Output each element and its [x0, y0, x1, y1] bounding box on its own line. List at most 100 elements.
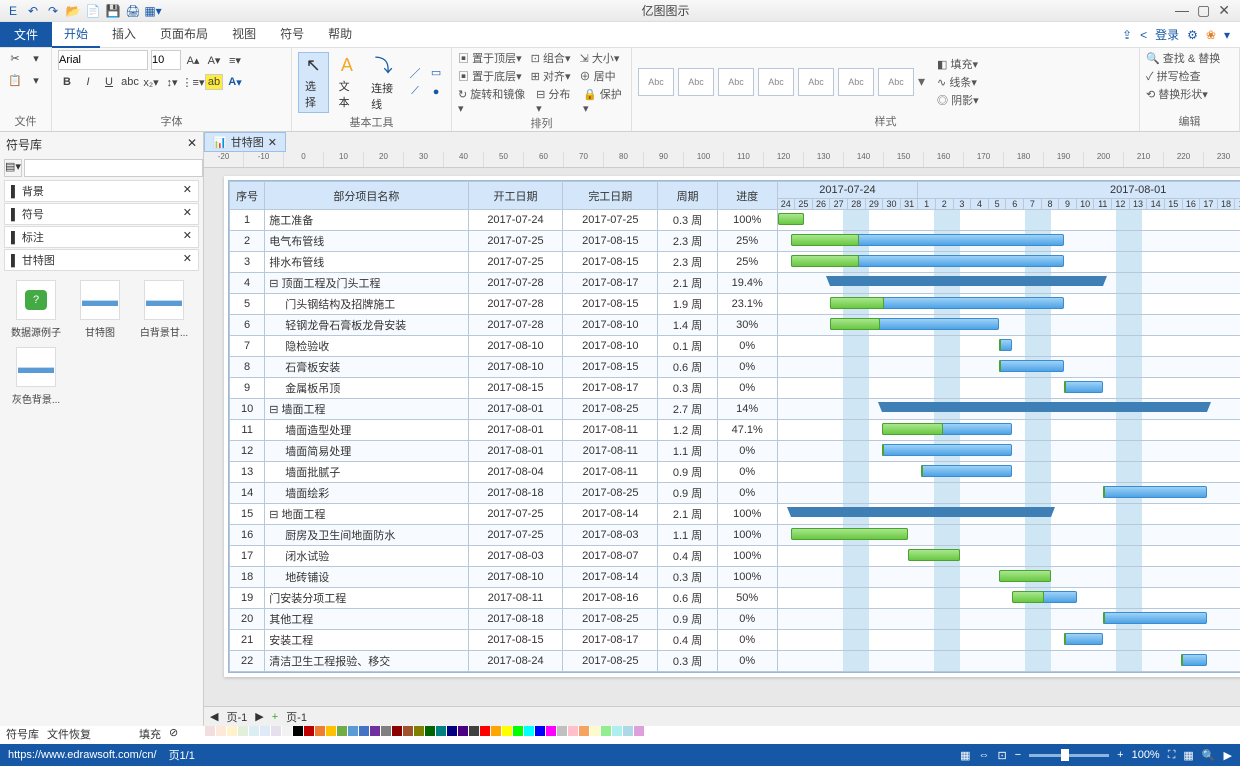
color-swatch[interactable] — [623, 726, 633, 736]
bold-icon[interactable]: B — [58, 74, 76, 90]
italic-icon[interactable]: I — [79, 74, 97, 90]
shadow-btn[interactable]: ◎ 阴影▾ — [937, 92, 979, 108]
color-swatch[interactable] — [513, 726, 523, 736]
library-thumb[interactable]: ▬▬白背景甘... — [136, 280, 192, 339]
line-icon[interactable]: ／ — [406, 65, 424, 81]
minimize-icon[interactable]: — — [1175, 2, 1189, 19]
color-swatch[interactable] — [601, 726, 611, 736]
color-swatch[interactable] — [502, 726, 512, 736]
size-btn[interactable]: ⇲ 大小▾ — [580, 50, 620, 66]
highlight-icon[interactable]: ab — [205, 74, 223, 90]
gantt-row[interactable]: 7隐检验收2017-08-102017-08-100.1 周0% — [230, 336, 1240, 357]
add-page-icon[interactable]: + — [272, 711, 278, 723]
style-preset[interactable]: Abc — [758, 68, 794, 96]
bring-front[interactable]: ▣ 置于顶层▾ — [458, 50, 522, 66]
underline-icon[interactable]: U — [100, 74, 118, 90]
menu-tab-3[interactable]: 视图 — [220, 21, 268, 48]
style-preset[interactable]: Abc — [718, 68, 754, 96]
color-swatch[interactable] — [304, 726, 314, 736]
find-btn[interactable]: 🔍 查找 & 替换 — [1146, 50, 1220, 66]
collapse-ribbon-icon[interactable]: ▾ — [1224, 28, 1230, 42]
paste-icon[interactable]: ▾ — [27, 72, 45, 88]
grid-icon[interactable]: ▦ — [1183, 749, 1193, 762]
style-preset[interactable]: Abc — [838, 68, 874, 96]
gantt-row[interactable]: 13墙面批腻子2017-08-042017-08-110.9 周0% — [230, 462, 1240, 483]
menu-tab-1[interactable]: 插入 — [100, 21, 148, 48]
font-size-select[interactable] — [151, 50, 181, 70]
page-dropdown[interactable]: 页-1 — [226, 709, 247, 725]
distribute-btn[interactable]: ⊟ 分布▾ — [536, 86, 574, 115]
color-swatch[interactable] — [447, 726, 457, 736]
gantt-row[interactable]: 14墙面绘彩2017-08-182017-08-250.9 周0% — [230, 483, 1240, 504]
settings-icon[interactable]: ⚙ — [1187, 28, 1198, 42]
font-family-select[interactable] — [58, 50, 148, 70]
color-swatch[interactable] — [370, 726, 380, 736]
gantt-row[interactable]: 2电气布管线2017-07-252017-08-152.3 周25% — [230, 231, 1240, 252]
oval-icon[interactable]: ● — [427, 84, 445, 100]
color-swatch[interactable] — [579, 726, 589, 736]
lib-icon[interactable]: ▤▾ — [4, 159, 22, 177]
arc-icon[interactable]: ⟋ — [406, 84, 424, 100]
library-search-input[interactable] — [24, 159, 203, 177]
lock-btn[interactable]: 🔒 保护▾ — [583, 86, 625, 115]
redo-icon[interactable]: ↷ — [44, 2, 62, 20]
page-next-icon[interactable]: ▶ — [255, 710, 263, 723]
color-swatch[interactable] — [436, 726, 446, 736]
save-icon[interactable]: 💾 — [104, 2, 122, 20]
color-swatches[interactable] — [194, 726, 644, 744]
color-swatch[interactable] — [392, 726, 402, 736]
library-thumb[interactable]: ?数据源例子 — [8, 280, 64, 339]
strike-icon[interactable]: abc — [121, 74, 139, 90]
style-preset[interactable]: Abc — [878, 68, 914, 96]
send-back[interactable]: ▣ 置于底层▾ — [458, 68, 522, 84]
color-swatch[interactable] — [634, 726, 644, 736]
color-swatch[interactable] — [425, 726, 435, 736]
font-color-icon[interactable]: A▾ — [226, 74, 244, 90]
color-swatch[interactable] — [315, 726, 325, 736]
gantt-row[interactable]: 1施工准备2017-07-242017-07-250.3 周100% — [230, 210, 1240, 231]
color-swatch[interactable] — [403, 726, 413, 736]
options-icon[interactable]: ▦▾ — [144, 2, 162, 20]
color-swatch[interactable] — [249, 726, 259, 736]
menu-tab-4[interactable]: 符号 — [268, 21, 316, 48]
menu-tab-2[interactable]: 页面布局 — [148, 21, 220, 48]
color-swatch[interactable] — [535, 726, 545, 736]
color-swatch[interactable] — [381, 726, 391, 736]
gantt-chart[interactable]: 序号部分项目名称开工日期完工日期周期进度2017-07-242017-08-01… — [228, 180, 1240, 673]
search-status-icon[interactable]: 🔍 — [1202, 749, 1216, 762]
gantt-row[interactable]: 20其他工程2017-08-182017-08-250.9 周0% — [230, 609, 1240, 630]
gantt-row[interactable]: 18地砖铺设2017-08-102017-08-140.3 周100% — [230, 567, 1240, 588]
color-swatch[interactable] — [227, 726, 237, 736]
group-btn[interactable]: ⊡ 组合▾ — [531, 50, 571, 66]
gantt-row[interactable]: 5门头钢结构及招牌施工2017-07-282017-08-151.9 周23.1… — [230, 294, 1240, 315]
library-category[interactable]: ▌ 背景✕ — [4, 180, 199, 202]
color-swatch[interactable] — [282, 726, 292, 736]
spell-btn[interactable]: ✓ 拼写检查 — [1146, 68, 1201, 84]
library-category[interactable]: ▌ 标注✕ — [4, 226, 199, 248]
connect-icon[interactable]: < — [1140, 28, 1147, 42]
gantt-row[interactable]: 12墙面简易处理2017-08-012017-08-111.1 周0% — [230, 441, 1240, 462]
color-swatch[interactable] — [238, 726, 248, 736]
cut-icon[interactable]: ✂ — [6, 50, 24, 66]
gantt-row[interactable]: 15⊟ 地面工程2017-07-252017-08-142.1 周100% — [230, 504, 1240, 525]
color-swatch[interactable] — [612, 726, 622, 736]
color-swatch[interactable] — [590, 726, 600, 736]
close-icon[interactable]: ✕ — [1218, 2, 1230, 19]
page-tab[interactable]: 页-1 — [286, 709, 307, 725]
bullets-icon[interactable]: ⋮≡▾ — [184, 74, 202, 90]
view-mode-icon[interactable]: ▦ — [960, 749, 970, 762]
maximize-icon[interactable]: ▢ — [1197, 2, 1210, 19]
library-thumb[interactable]: ▬▬甘特图 — [72, 280, 128, 339]
fullscreen-icon[interactable]: ⛶ — [1168, 749, 1176, 762]
qat-menu-icon[interactable]: E — [4, 2, 22, 20]
text-tool[interactable]: A文本 — [333, 53, 362, 112]
gantt-row[interactable]: 3排水布管线2017-07-252017-08-152.3 周25% — [230, 252, 1240, 273]
color-swatch[interactable] — [458, 726, 468, 736]
bottom-tab-recovery[interactable]: 文件恢复 — [47, 726, 91, 744]
gantt-row[interactable]: 21安装工程2017-08-152017-08-170.4 周0% — [230, 630, 1240, 651]
gantt-row[interactable]: 17闭水试验2017-08-032017-08-070.4 周100% — [230, 546, 1240, 567]
color-swatch[interactable] — [348, 726, 358, 736]
style-preset[interactable]: Abc — [798, 68, 834, 96]
grow-font-icon[interactable]: A▴ — [184, 52, 202, 68]
select-tool[interactable]: ↖选择 — [298, 52, 329, 113]
